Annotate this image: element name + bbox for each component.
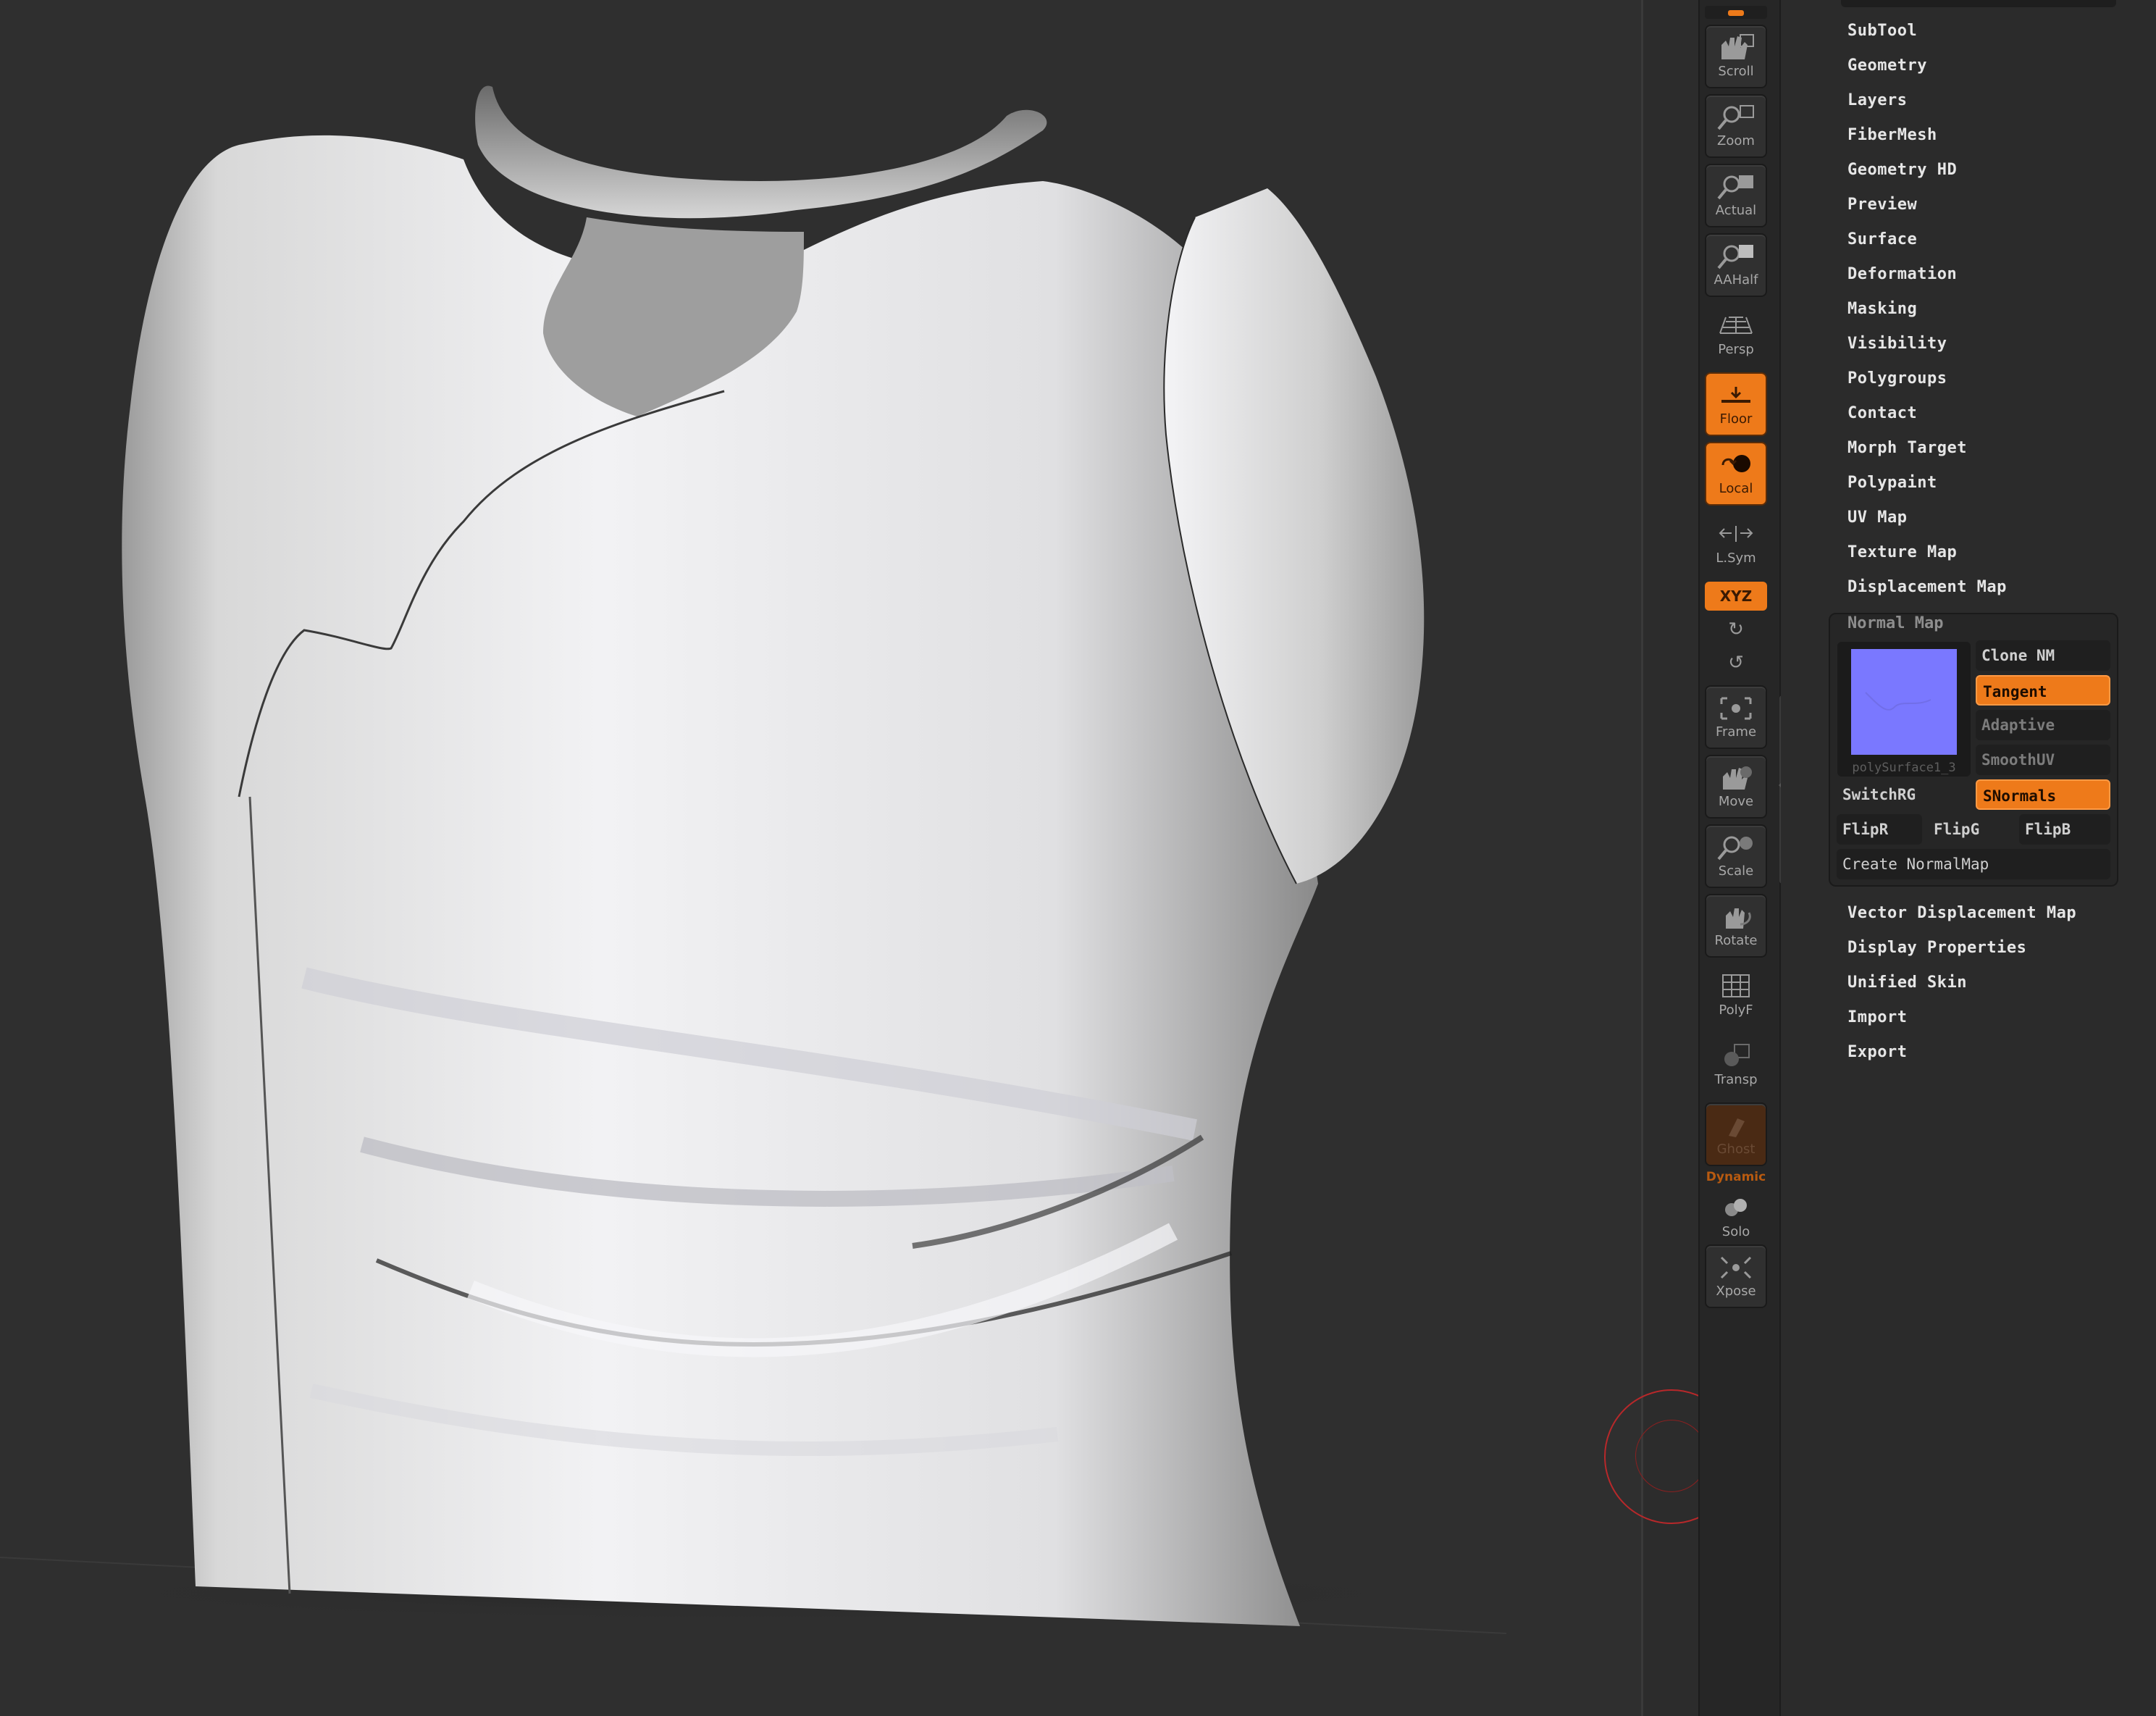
flipr-toggle[interactable]: FlipR [1837, 814, 1922, 845]
menu-export[interactable]: Export [1847, 1043, 1907, 1061]
menu-texture-map[interactable]: Texture Map [1847, 543, 1957, 561]
spix-slider-fill [1728, 10, 1744, 16]
floor-icon [1721, 387, 1750, 403]
local-symmetry-icon [1719, 526, 1753, 542]
menu-masking[interactable]: Masking [1847, 300, 1917, 318]
ghost-button[interactable]: Ghost [1705, 1102, 1767, 1166]
floor-label: Floor [1719, 411, 1753, 427]
menu-polygroups[interactable]: Polygroups [1847, 369, 1947, 388]
aahalf-button[interactable]: AAHalf [1705, 233, 1767, 297]
local-transform-icon [1721, 455, 1750, 472]
menu-polypaint[interactable]: Polypaint [1847, 474, 1937, 492]
aahalf-label: AAHalf [1714, 272, 1758, 288]
menu-visibility[interactable]: Visibility [1847, 335, 1947, 353]
persp-button[interactable]: Persp [1705, 303, 1767, 367]
rotate-icon [1726, 908, 1751, 929]
adaptive-toggle[interactable]: Adaptive [1976, 710, 2110, 740]
clone-nm-button[interactable]: Clone NM [1976, 640, 2110, 671]
create-normalmap-button[interactable]: Create NormalMap [1837, 849, 2110, 879]
aahalf-icon [1717, 245, 1753, 269]
scale-icon [1717, 836, 1753, 861]
xpose-icon [1720, 1256, 1752, 1279]
transparency-icon [1724, 1044, 1750, 1066]
move-hand-icon [1723, 766, 1752, 790]
actual-button[interactable]: Actual [1705, 164, 1767, 227]
move-label: Move [1718, 794, 1754, 809]
solo-label: Solo [1721, 1224, 1750, 1239]
sculpt-model [0, 85, 1507, 1634]
menu-display-properties[interactable]: Display Properties [1847, 939, 2026, 957]
xpose-button[interactable]: Xpose [1705, 1244, 1767, 1308]
rotate-y-icon[interactable]: ↻ [1724, 617, 1748, 642]
menu-contact[interactable]: Contact [1847, 404, 1917, 422]
scale-button[interactable]: Scale [1705, 824, 1767, 888]
zoom-icon [1717, 105, 1754, 130]
scale-label: Scale [1718, 863, 1754, 879]
menu-unified-skin[interactable]: Unified Skin [1847, 974, 1967, 992]
scroll-label: Scroll [1718, 64, 1754, 79]
flipg-toggle[interactable]: FlipG [1928, 814, 2013, 845]
menu-fibermesh[interactable]: FiberMesh [1847, 126, 1937, 144]
actual-label: Actual [1715, 203, 1757, 218]
menu-preview[interactable]: Preview [1847, 196, 1917, 214]
lsym-button[interactable]: L.Sym [1705, 511, 1767, 575]
transp-label: Transp [1714, 1072, 1758, 1087]
actual-size-icon [1717, 175, 1753, 200]
menu-import[interactable]: Import [1847, 1008, 1907, 1026]
snormals-toggle[interactable]: SNormals [1976, 779, 2110, 810]
flipb-toggle[interactable]: FlipB [2019, 814, 2110, 845]
normal-map-thumbnail-caption: polySurface1_3 [1852, 761, 1956, 775]
solo-button[interactable]: Solo [1705, 1185, 1767, 1249]
hand-scroll-icon [1721, 34, 1754, 59]
viewport-canvas[interactable] [0, 0, 1643, 1716]
rotate-button[interactable]: Rotate [1705, 894, 1767, 958]
polyf-label: PolyF [1719, 1003, 1753, 1018]
palette-top-bar[interactable] [1841, 0, 2116, 7]
ghost-label: Ghost [1716, 1142, 1756, 1157]
polyframe-icon [1722, 974, 1750, 997]
polyf-button[interactable]: PolyF [1705, 963, 1767, 1027]
frame-label: Frame [1715, 724, 1757, 740]
menu-vector-displacement-map[interactable]: Vector Displacement Map [1847, 904, 2076, 922]
menu-uv-map[interactable]: UV Map [1847, 508, 1907, 527]
xyz-label: XYZ [1719, 587, 1753, 605]
frame-button[interactable]: Frame [1705, 685, 1767, 749]
floor-button[interactable]: Floor [1705, 372, 1767, 436]
normal-map-preview-image [1865, 692, 1931, 711]
local-button[interactable]: Local [1705, 442, 1767, 506]
tangent-toggle[interactable]: Tangent [1976, 675, 2110, 706]
rotate-label: Rotate [1714, 933, 1758, 948]
smoothuv-toggle[interactable]: SmoothUV [1976, 745, 2110, 775]
scroll-button[interactable]: Scroll [1705, 25, 1767, 88]
perspective-grid-icon [1719, 317, 1753, 334]
rotate-z-icon[interactable]: ↺ [1724, 650, 1748, 675]
normal-map-thumbnail [1851, 649, 1957, 755]
menu-deformation[interactable]: Deformation [1847, 265, 1957, 283]
menu-layers[interactable]: Layers [1847, 91, 1907, 109]
menu-surface[interactable]: Surface [1847, 230, 1917, 248]
xyz-symmetry-button[interactable]: XYZ [1705, 582, 1767, 611]
solo-icon [1725, 1199, 1747, 1216]
menu-morph-target[interactable]: Morph Target [1847, 439, 1967, 457]
menu-geometry[interactable]: Geometry [1847, 56, 1927, 75]
transp-button[interactable]: Transp [1705, 1033, 1767, 1097]
spix-slider[interactable] [1705, 6, 1767, 19]
move-button[interactable]: Move [1705, 755, 1767, 819]
zoom-label: Zoom [1717, 133, 1755, 148]
xpose-label: Xpose [1716, 1284, 1756, 1299]
lsym-label: L.Sym [1716, 551, 1756, 566]
ghost-icon [1729, 1118, 1745, 1137]
switchrg-toggle[interactable]: SwitchRG [1837, 779, 1967, 810]
brush-cursor-inner [1635, 1420, 1708, 1492]
menu-geometry-hd[interactable]: Geometry HD [1847, 161, 1957, 179]
menu-subtool[interactable]: SubTool [1847, 22, 1917, 40]
persp-label: Persp [1718, 342, 1754, 357]
dynamic-label: Dynamic [1706, 1170, 1766, 1184]
local-label: Local [1719, 481, 1753, 496]
normal-map-title[interactable]: Normal Map [1847, 614, 1943, 632]
zoom-button[interactable]: Zoom [1705, 94, 1767, 158]
menu-displacement-map[interactable]: Displacement Map [1847, 578, 2007, 596]
frame-icon [1720, 697, 1752, 720]
